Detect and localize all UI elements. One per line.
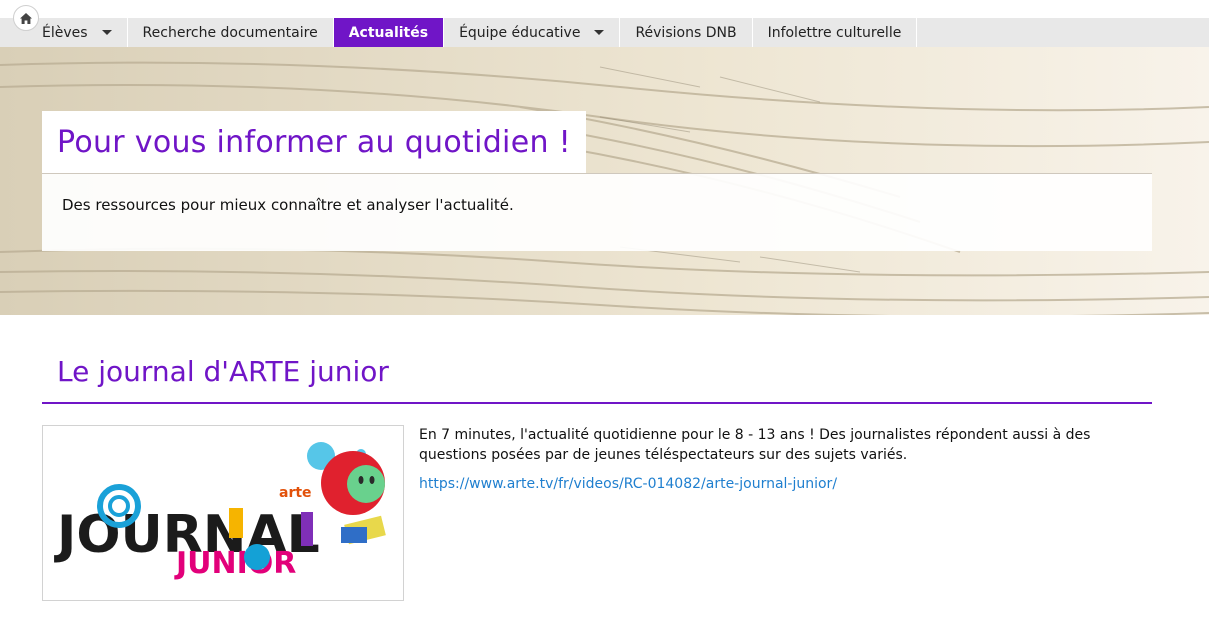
nav-item-label: Recherche documentaire <box>142 24 318 41</box>
hero-description-box: Des ressources pour mieux connaître et a… <box>42 173 1152 251</box>
arte-journal-junior-logo-art: JOURNAL JUNIOR arte <box>54 442 386 581</box>
nav-item-revisions-dnb[interactable]: Révisions DNB <box>620 18 753 47</box>
nav-item-label: Équipe éducative <box>459 24 581 41</box>
hero-title: Pour vous informer au quotidien ! <box>57 124 571 160</box>
nav-item-label: Infolettre culturelle <box>767 24 902 41</box>
hero-title-box: Pour vous informer au quotidien ! <box>42 111 586 173</box>
main-navbar: Élèves Recherche documentaire Actualités… <box>0 18 1209 47</box>
nav-item-label: Actualités <box>348 24 429 41</box>
section-title: Le journal d'ARTE junior <box>57 355 389 388</box>
nav-item-infolettre-culturelle[interactable]: Infolettre culturelle <box>753 18 918 47</box>
section-description: En 7 minutes, l'actualité quotidienne po… <box>419 427 1091 463</box>
chevron-down-icon <box>594 30 605 35</box>
arte-journal-junior-link[interactable]: https://www.arte.tv/fr/videos/RC-014082/… <box>419 476 837 492</box>
arte-journal-junior-logo: JOURNAL JUNIOR arte <box>42 425 404 601</box>
nav-item-equipe-educative[interactable]: Équipe éducative <box>444 18 621 47</box>
hero-banner: Pour vous informer au quotidien ! Des re… <box>0 47 1209 315</box>
nav-item-recherche-documentaire[interactable]: Recherche documentaire <box>128 18 334 47</box>
logo-sub-text: JUNIOR <box>174 546 296 581</box>
nav-item-label: Élèves <box>42 24 88 41</box>
nav-item-actualites[interactable]: Actualités <box>333 18 445 47</box>
home-icon <box>20 12 32 24</box>
home-button[interactable] <box>13 5 39 31</box>
hero-description: Des ressources pour mieux connaître et a… <box>62 196 514 214</box>
nav-item-eleves[interactable]: Élèves <box>26 18 128 47</box>
nav-item-label: Révisions DNB <box>635 24 737 41</box>
chevron-down-icon <box>101 30 112 35</box>
logo-brand-text: arte <box>279 485 312 501</box>
section-divider <box>42 402 1152 404</box>
